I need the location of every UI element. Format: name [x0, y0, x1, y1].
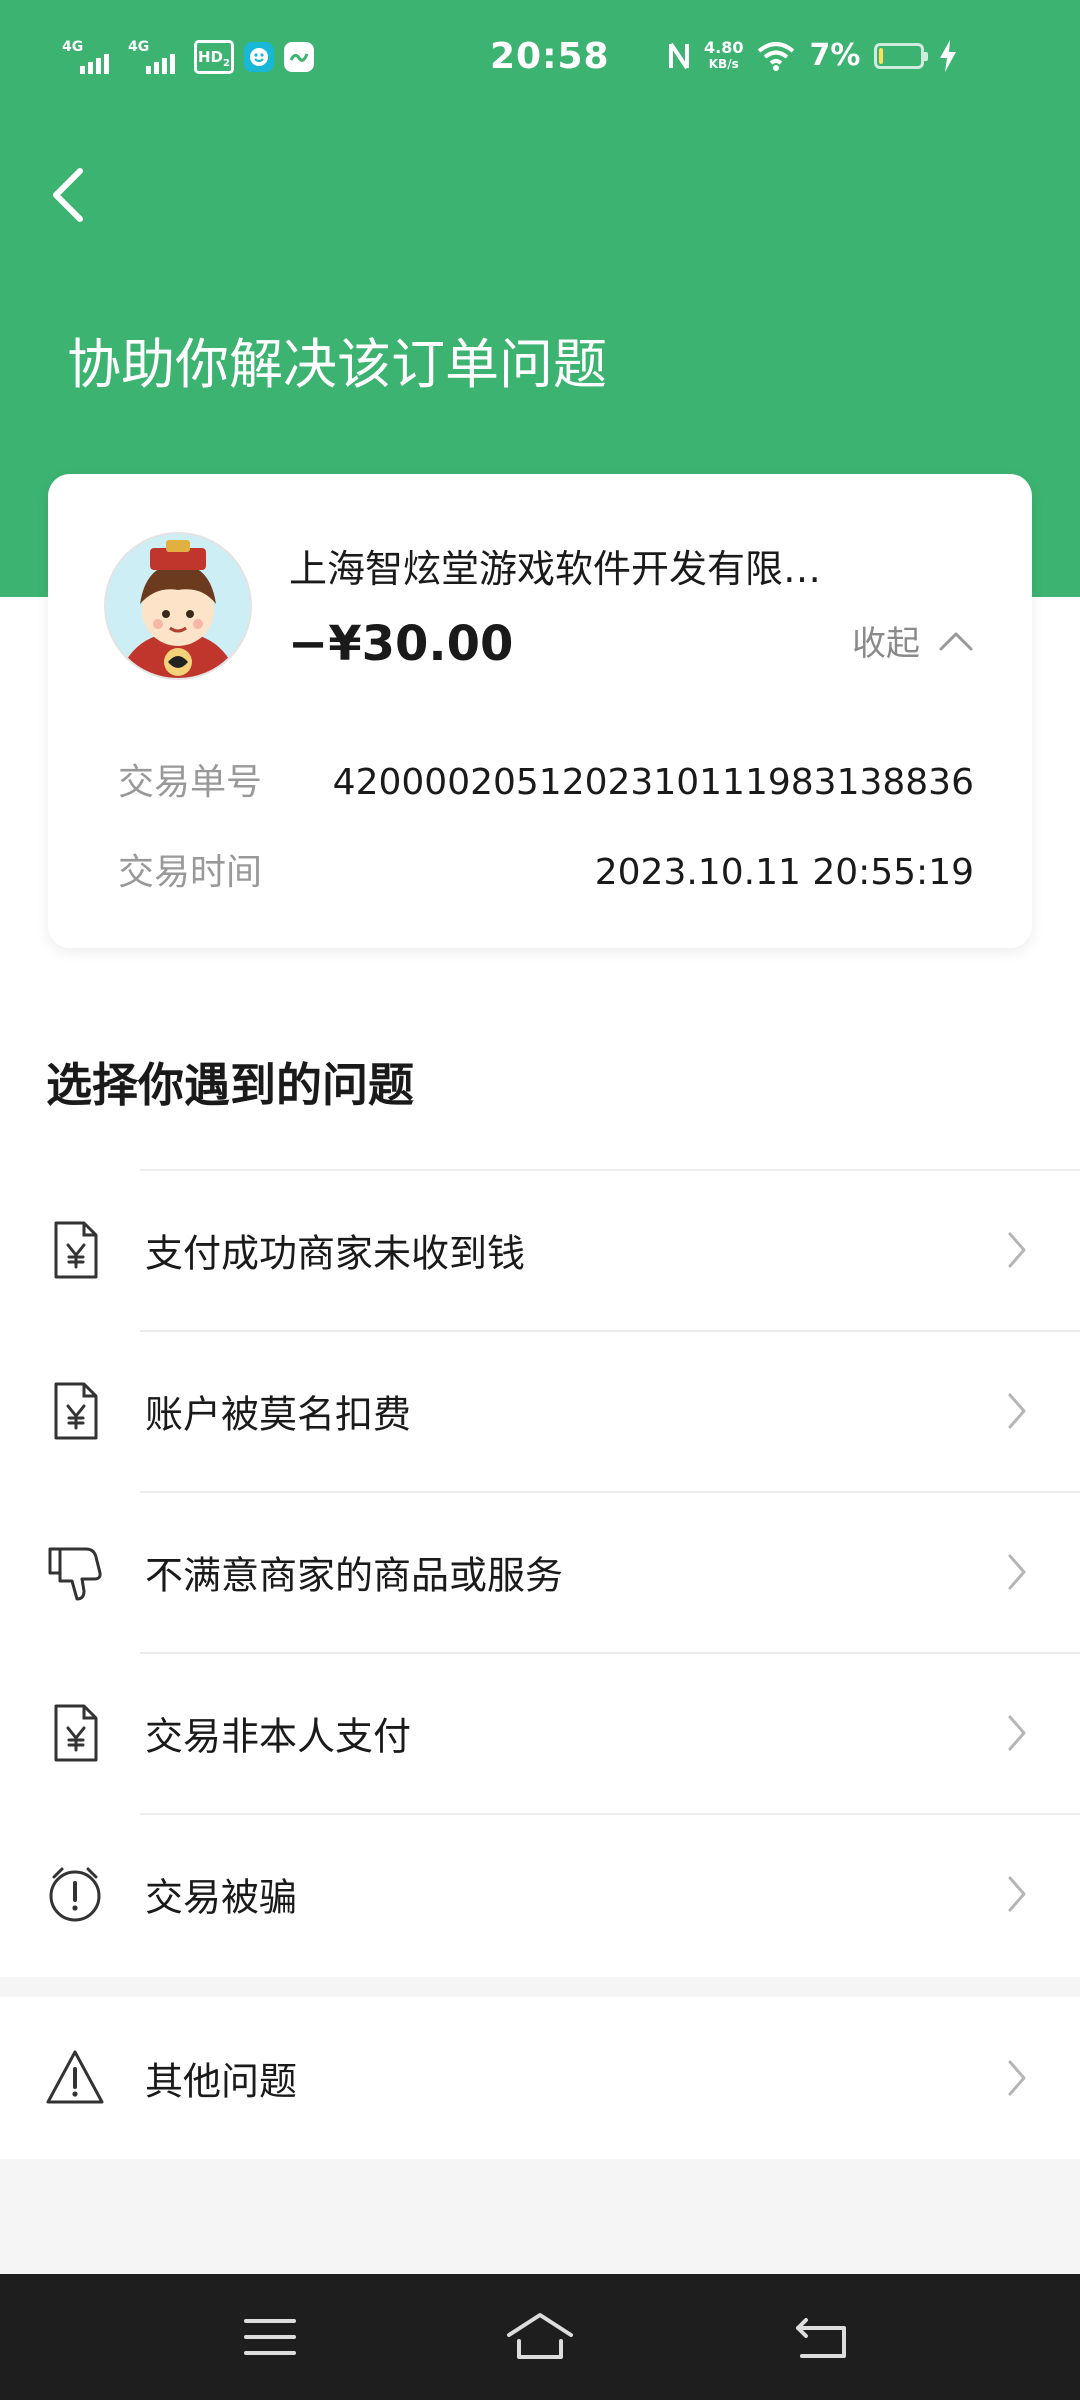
list-item[interactable]: 交易被骗	[0, 1813, 1080, 1974]
divider	[140, 1169, 1080, 1171]
back-button[interactable]	[38, 160, 98, 230]
yuan-document-icon	[54, 1704, 98, 1761]
back-nav-button[interactable]	[782, 2304, 862, 2370]
list-item-label: 账户被莫名扣费	[145, 1392, 412, 1436]
status-bar: 4G 4G HD2 20:58 4.80 KB/s 7%	[0, 0, 1080, 122]
list-item-label: 交易非本人支付	[145, 1714, 412, 1758]
system-nav-bar	[0, 2274, 1080, 2400]
list-item[interactable]: 不满意商家的商品或服务	[0, 1491, 1080, 1652]
thumbs-down-icon	[48, 1547, 102, 1600]
warning-triangle-icon	[46, 2050, 104, 2104]
chevron-right-icon	[1008, 1393, 1026, 1428]
list-item-label: 不满意商家的商品或服务	[145, 1553, 564, 1597]
yuan-document-icon	[54, 1221, 98, 1278]
divider	[140, 1330, 1080, 1332]
list-item-label: 其他问题	[145, 2059, 298, 2104]
list-item-other[interactable]: 其他问题	[0, 1997, 1080, 2159]
section-gap	[0, 1977, 1080, 1997]
list-item[interactable]: 交易非本人支付	[0, 1652, 1080, 1813]
app-notification-icon	[284, 42, 314, 72]
chevron-right-icon	[1008, 1554, 1026, 1589]
divider	[140, 1813, 1080, 1815]
chevron-right-icon	[1008, 2060, 1026, 2096]
hd-icon: HD2	[194, 40, 234, 74]
transaction-no-label: 交易单号	[118, 762, 263, 803]
divider	[140, 1491, 1080, 1493]
merchant-avatar	[106, 534, 250, 678]
divider	[140, 1652, 1080, 1654]
page-title: 协助你解决该订单问题	[67, 333, 607, 396]
network-speed: 4.80 KB/s	[704, 37, 744, 71]
transaction-no-value: 4200002051202310111983138836	[332, 762, 974, 803]
menu-button[interactable]	[230, 2304, 310, 2370]
charging-icon	[940, 39, 957, 72]
status-right: 4.80 KB/s 7%	[668, 38, 958, 73]
alert-clock-icon	[49, 1867, 101, 1921]
order-card: 上海智炫堂游戏软件开发有限… −¥30.00 收起 交易单号 420000205…	[48, 474, 1032, 948]
signal-icon: 4G	[62, 40, 118, 74]
app-notification-icon	[244, 42, 274, 72]
collapse-button[interactable]: 收起	[852, 616, 974, 665]
payment-amount: −¥30.00	[288, 616, 514, 672]
transaction-time-value: 2023.10.11 20:55:19	[594, 852, 974, 893]
status-time: 20:58	[490, 36, 610, 77]
issue-list: 支付成功商家未收到钱 账户被莫名扣费 不满意商家的商品或服务 交易非本人支付 交…	[0, 1169, 1080, 1974]
list-item[interactable]: 支付成功商家未收到钱	[0, 1169, 1080, 1330]
chevron-right-icon	[1008, 1715, 1026, 1750]
back-icon	[796, 2318, 846, 2358]
chevron-right-icon	[1008, 1876, 1026, 1911]
transaction-no-row: 交易单号 4200002051202310111983138836	[118, 758, 974, 808]
battery-percent: 7%	[809, 38, 861, 73]
battery-icon	[874, 42, 929, 69]
home-icon	[507, 2313, 573, 2359]
list-item[interactable]: 账户被莫名扣费	[0, 1330, 1080, 1491]
list-item-label: 交易被骗	[145, 1875, 298, 1919]
yuan-document-icon	[54, 1382, 98, 1439]
transaction-time-label: 交易时间	[118, 852, 263, 893]
signal-icon: 4G	[128, 40, 184, 74]
merchant-name: 上海智炫堂游戏软件开发有限…	[289, 547, 822, 591]
list-item-label: 支付成功商家未收到钱	[145, 1231, 526, 1275]
chevron-left-icon	[53, 168, 83, 222]
home-button[interactable]	[500, 2304, 580, 2370]
section-title: 选择你遇到的问题	[46, 1058, 414, 1112]
chevron-right-icon	[1008, 1232, 1026, 1267]
menu-icon	[244, 2319, 296, 2355]
chevron-up-icon	[939, 632, 973, 650]
status-left: 4G 4G HD2	[62, 40, 314, 74]
transaction-time-row: 交易时间 2023.10.11 20:55:19	[118, 848, 974, 898]
nfc-icon	[669, 42, 689, 69]
wifi-icon	[758, 41, 795, 71]
collapse-label: 收起	[852, 624, 920, 664]
